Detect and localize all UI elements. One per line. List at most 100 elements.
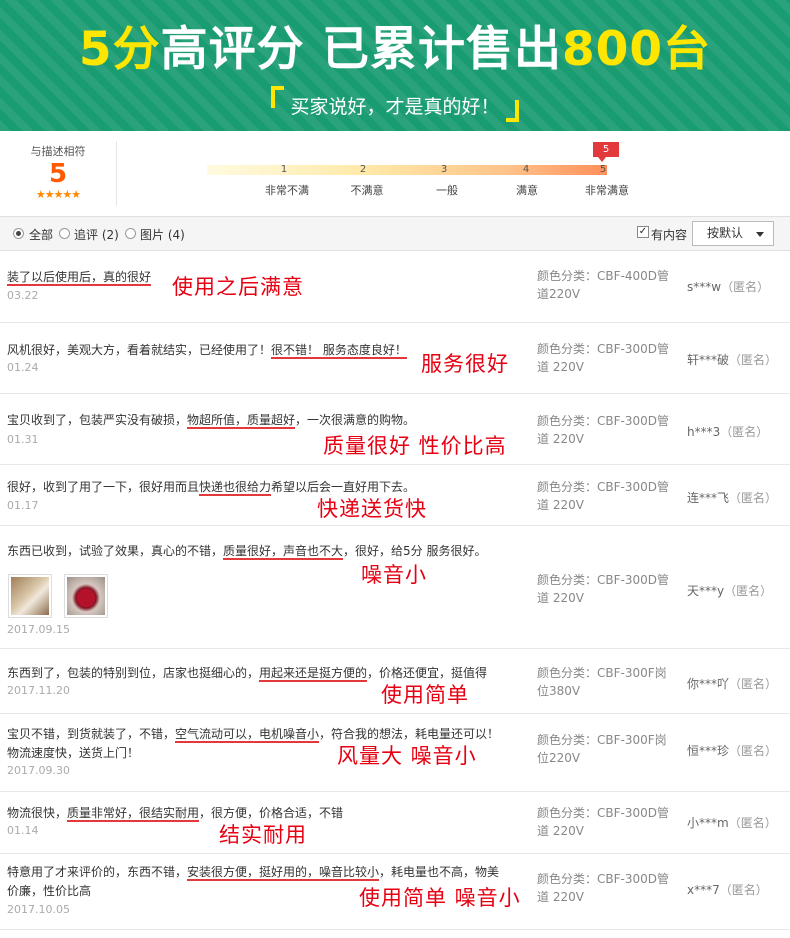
review-photo-thumbnail[interactable]	[8, 574, 52, 618]
review-spec: 颜色分类：CBF-300D管道 220V	[537, 573, 669, 605]
review-date: 2017.11.20	[7, 684, 70, 697]
anon-tag: （匿名）	[719, 883, 768, 897]
review-annotation: 噪音小	[361, 563, 427, 587]
review-user: 连***飞（匿名）	[687, 489, 777, 506]
review-user: 恒***珍（匿名）	[687, 742, 777, 759]
scale-number-2: 2	[359, 164, 367, 175]
review-highlight: 用起来还是挺方便的	[259, 666, 368, 682]
banner-subtitle: 买家说好，才是真的好！	[0, 82, 790, 122]
promo-banner: 5分高评分 已累计售出800台 买家说好，才是真的好！	[0, 0, 790, 131]
description-match-box: 与描述相符 5 ★★★★★	[0, 141, 117, 206]
review-annotation: 质量很好 性价比高	[323, 434, 507, 458]
review-row: 东西到了，包装的特别到位，店家也挺细心的，用起来还是挺方便的，价格还便宜，挺值得…	[0, 649, 790, 714]
review-highlight: 质量非常好，很结实耐用	[67, 806, 200, 822]
review-spec: 颜色分类：CBF-400D管道220V	[537, 269, 669, 301]
user-name: x***7	[687, 883, 720, 897]
scale-label-5: 非常满意	[585, 184, 629, 197]
review-text-part: 特意用了才来评价的，东西不错，	[7, 865, 188, 879]
review-annotation: 使用之后满意	[172, 275, 304, 299]
review-spec: 颜色分类：CBF-300D管道 220V	[537, 414, 669, 446]
user-name: h***3	[687, 425, 721, 439]
headline-count: 800台	[561, 22, 712, 77]
review-spec: 颜色分类：CBF-300D管道 220V	[537, 342, 669, 374]
rating-summary: 与描述相符 5 ★★★★★ 5 1 2 3 4 5 非常不满 不满意 一般 满意…	[0, 131, 790, 216]
scale-number-4: 4	[522, 164, 530, 175]
review-highlight: 物超所值，质量超好	[187, 413, 296, 429]
review-date: 2017.09.30	[7, 764, 70, 777]
review-user: s***w（匿名）	[687, 278, 769, 295]
user-name: 恒***珍	[687, 744, 730, 758]
banner-headline: 5分高评分 已累计售出800台	[0, 10, 790, 79]
anon-tag: （匿名）	[729, 744, 778, 758]
anon-tag: （匿名）	[729, 491, 778, 505]
review-spec: 颜色分类：CBF-300D管道 220V	[537, 806, 669, 838]
user-name: 连***飞	[687, 491, 730, 505]
selected-rating-flag: 5	[593, 142, 619, 162]
review-user: x***7（匿名）	[687, 881, 768, 898]
description-match-label: 与描述相符	[30, 145, 86, 158]
review-date: 01.24	[7, 361, 39, 374]
scale-label-2: 不满意	[350, 184, 384, 197]
review-text-part: 宝贝收到了，包装严实没有破损，	[7, 413, 188, 427]
review-spec: 颜色分类：CBF-300D管道 220V	[537, 480, 669, 512]
review-row: 东西已收到，试验了效果，真心的不错，质量很好，声音也不大，很好，给5分 服务很好…	[0, 526, 790, 649]
filter-photo-label[interactable]: 图片 (4)	[140, 226, 185, 243]
review-text-part: 很好，收到了用了一下，很好用而且	[7, 480, 200, 494]
anon-tag: （匿名）	[724, 584, 773, 598]
anon-tag: （匿名）	[728, 816, 777, 830]
review-user: 天***y（匿名）	[687, 582, 772, 599]
star-rating-icon: ★★★★★	[35, 188, 81, 201]
review-text-part: 物流很快，	[7, 806, 68, 820]
review-text-part: ，很方便，价格合适，不错	[199, 806, 344, 820]
anon-tag: （匿名）	[729, 677, 778, 691]
review-annotation: 使用简单	[381, 683, 469, 707]
has-content-label[interactable]: 有内容	[651, 226, 687, 243]
review-text-part: ，价格还便宜，挺值得	[367, 666, 488, 680]
filter-photo-radio[interactable]	[125, 228, 136, 239]
review-text-part: 东西到了，包装的特别到位，店家也挺细心的，	[7, 666, 260, 680]
description-match-score: 5	[48, 159, 68, 189]
user-name: 轩***破	[687, 353, 730, 367]
review-highlight: 安装很方便，挺好用的，噪音比较小	[187, 865, 380, 881]
has-content-checkbox[interactable]: ✓	[637, 226, 649, 238]
review-text: 东西已收到，试验了效果，真心的不错，质量很好，声音也不大，很好，给5分 服务很好…	[7, 542, 507, 561]
review-text-part: 希望以后会一直好用下去。	[271, 480, 416, 494]
review-annotation: 使用简单 噪音小	[359, 886, 521, 910]
review-text-part: 宝贝不错，到货就装了，不错，	[7, 727, 176, 741]
scale-label-4: 满意	[516, 184, 538, 197]
sort-dropdown[interactable]: 按默认	[692, 221, 774, 246]
rating-scale-bar	[207, 165, 607, 175]
review-highlight: 质量很好，声音也不大	[223, 544, 344, 560]
review-date: 01.31	[7, 433, 39, 446]
review-spec: 颜色分类：CBF-300F岗位380V	[537, 666, 667, 698]
headline-score: 5分	[78, 22, 161, 77]
user-name: 小***m	[687, 816, 729, 830]
review-highlight: 快递也很给力	[199, 480, 272, 496]
anon-tag: （匿名）	[729, 353, 778, 367]
filter-append-label[interactable]: 追评 (2)	[74, 226, 119, 243]
review-row: 物流很快，质量非常好，很结实耐用，很方便，价格合适，不错 01.14 结实耐用 …	[0, 792, 790, 854]
review-text-part: ，一次很满意的购物。	[295, 413, 416, 427]
review-text-part: 风机很好，美观大方，看着就结实，已经使用了！	[7, 343, 272, 357]
scale-number-1: 1	[280, 164, 288, 175]
review-date: 01.14	[7, 824, 39, 837]
subtitle-text: 买家说好，才是真的好！	[290, 96, 500, 118]
review-text: 很好，收到了用了一下，很好用而且快递也很给力希望以后会一直好用下去。	[7, 478, 507, 497]
review-spec: 颜色分类：CBF-300F岗位220V	[537, 733, 667, 765]
review-row: 风机很好，美观大方，看着就结实，已经使用了！很不错！ 服务态度良好！ 01.24…	[0, 323, 790, 394]
review-date: 2017.10.05	[7, 903, 70, 916]
review-annotation: 结实耐用	[219, 823, 307, 847]
review-date: 01.17	[7, 499, 39, 512]
user-name: 你***吖	[687, 677, 730, 691]
filter-append-radio[interactable]	[59, 228, 70, 239]
anon-tag: （匿名）	[720, 425, 769, 439]
review-photo-thumbnail[interactable]	[64, 574, 108, 618]
review-date: 2017.09.15	[7, 623, 70, 636]
scale-label-3: 一般	[436, 184, 458, 197]
review-user: h***3（匿名）	[687, 423, 768, 440]
filter-all-radio[interactable]	[13, 228, 24, 239]
review-highlight: 很不错！ 服务态度良好！	[271, 343, 407, 359]
review-row: 宝贝收到了，包装严实没有破损，物超所值，质量超好，一次很满意的购物。 01.31…	[0, 394, 790, 465]
review-spec: 颜色分类：CBF-300D管道 220V	[537, 872, 669, 904]
filter-all-label[interactable]: 全部	[29, 226, 53, 243]
